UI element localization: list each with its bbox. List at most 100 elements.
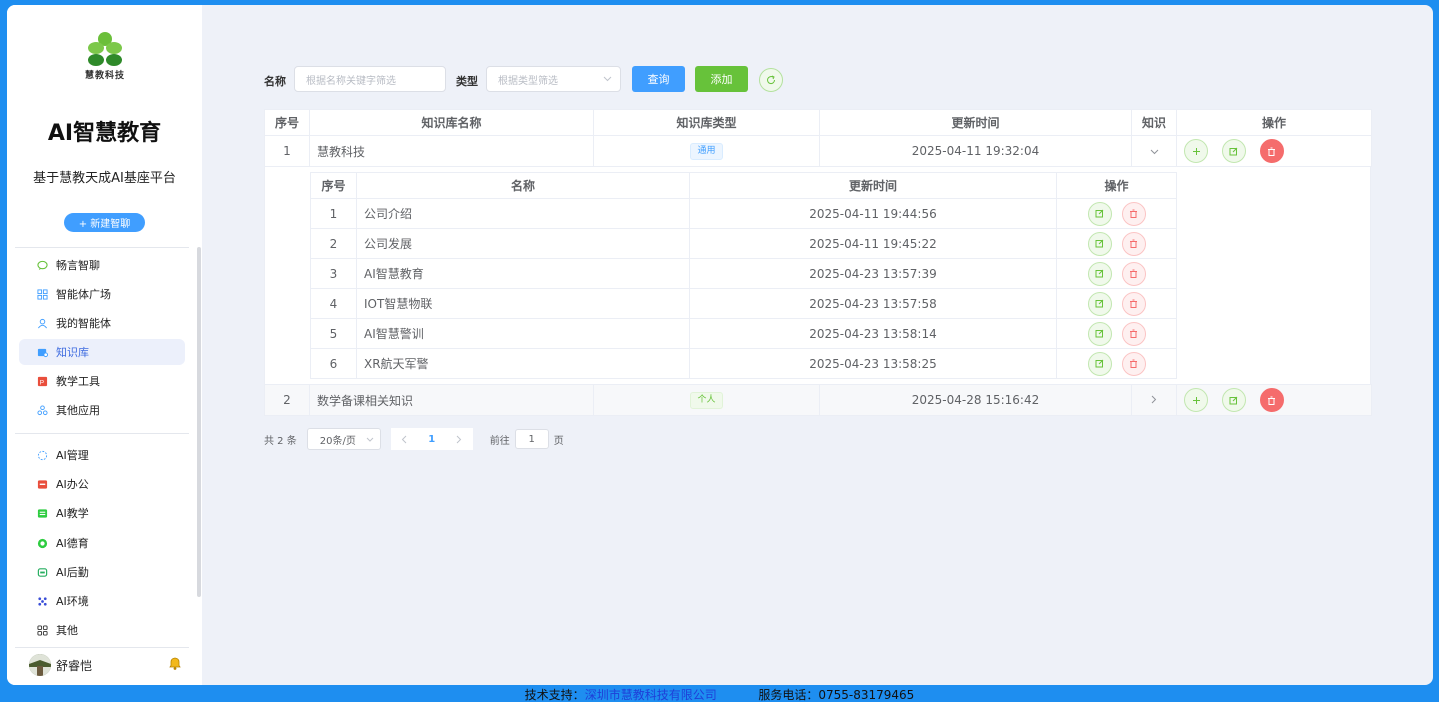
new-chat-button[interactable]: + 新建智聊 (64, 213, 145, 232)
row-actions (1056, 258, 1177, 289)
delete-button[interactable] (1121, 291, 1146, 316)
sidebar-item-knowledge-base[interactable]: 知识库 (19, 339, 185, 365)
page-size-select[interactable]: 20条/页 (306, 428, 381, 450)
logistics-icon (37, 567, 48, 577)
company-link[interactable]: 深圳市慧教科技有限公司 (585, 688, 717, 702)
table-row[interactable]: 3 AI智慧教育 2025-04-23 13:57:39 (310, 258, 1177, 289)
edit-button[interactable] (1087, 351, 1112, 376)
avatar[interactable] (29, 654, 51, 676)
sidebar-item-my-agents[interactable]: 我的智能体 (19, 310, 185, 336)
goto-label: 前往 (489, 435, 510, 447)
delete-button[interactable] (1121, 201, 1146, 226)
svg-text:P: P (40, 379, 44, 386)
sidebar-item-label: AI环境 (56, 595, 89, 608)
edit-button[interactable] (1087, 201, 1112, 226)
user-name[interactable]: 舒睿恺 (56, 657, 92, 674)
sidebar-item-other-apps[interactable]: 其他应用 (19, 397, 185, 423)
row-index: 5 (310, 318, 357, 349)
service-phone: 服务电话：0755-83179465 (758, 688, 915, 702)
expand-toggle[interactable] (1131, 135, 1177, 167)
type-select-placeholder: 根据类型筛选 (498, 75, 558, 87)
sidebar-item-chat[interactable]: 畅言智聊 (19, 252, 185, 278)
table-header-row: 序号 知识库名称 知识库类型 更新时间 知识 操作 (264, 109, 1372, 136)
pagination: 共 2 条 20条/页 1 前往 1 页 (264, 428, 564, 450)
refresh-button[interactable] (759, 68, 783, 92)
sidebar-item-other[interactable]: 其他 (19, 617, 185, 643)
kb-name: 慧教科技 (309, 135, 594, 167)
sidebar-item-agent-plaza[interactable]: 智能体广场 (19, 281, 185, 307)
teach-icon (37, 508, 48, 518)
trash-icon (1130, 269, 1137, 278)
sidebar-item-ai-environment[interactable]: AI环境 (19, 588, 185, 614)
edit-button[interactable] (1087, 261, 1112, 286)
sidebar-item-ai-teaching[interactable]: AI教学 (19, 500, 185, 526)
user-icon (38, 318, 47, 328)
edit-button[interactable] (1221, 139, 1246, 163)
trash-icon (1130, 299, 1137, 308)
add-knowledge-button[interactable] (1184, 139, 1208, 163)
sidebar-item-ai-office[interactable]: AI办公 (19, 471, 185, 497)
table-row[interactable]: 2 公司发展 2025-04-11 19:45:22 (310, 228, 1177, 259)
query-button[interactable]: 查询 (632, 66, 685, 92)
edit-icon (1095, 239, 1104, 248)
delete-button[interactable] (1121, 321, 1146, 346)
delete-button[interactable] (1259, 139, 1284, 163)
delete-button[interactable] (1259, 388, 1284, 412)
row-actions (1056, 348, 1177, 379)
edit-icon (1095, 329, 1104, 338)
item-name: AI智慧教育 (356, 258, 690, 289)
table-row[interactable]: 1 慧教科技 通用 2025-04-11 19:32:04 (264, 135, 1372, 167)
delete-button[interactable] (1121, 231, 1146, 256)
item-updated: 2025-04-23 13:57:39 (689, 258, 1057, 289)
sidebar-scrollbar[interactable] (197, 247, 201, 597)
edit-button[interactable] (1221, 388, 1246, 412)
goto-page-input[interactable]: 1 (514, 429, 549, 449)
item-updated: 2025-04-11 19:44:56 (689, 198, 1057, 229)
item-name: 公司介绍 (356, 198, 690, 229)
delete-button[interactable] (1121, 351, 1146, 376)
sidebar-item-teaching-tools[interactable]: P 教学工具 (19, 368, 185, 394)
add-button[interactable]: 添加 (695, 66, 748, 92)
sidebar-divider (15, 647, 189, 648)
page-number[interactable]: 1 (428, 434, 435, 445)
prev-page-icon[interactable] (401, 435, 407, 444)
app-frame: 慧教科技 AI智慧教育 基于慧教天成AI基座平台 + 新建智聊 畅言智聊 智能体… (7, 5, 1433, 685)
type-select[interactable]: 根据类型筛选 (486, 66, 621, 92)
name-filter-label: 名称 (264, 75, 286, 88)
kb-type-cell: 通用 (593, 135, 820, 167)
logo-text: 慧教科技 (84, 71, 125, 81)
table-row[interactable]: 2 数学备课相关知识 个人 2025-04-28 15:16:42 (264, 384, 1372, 416)
edit-button[interactable] (1087, 321, 1112, 346)
chevron-right-icon (1151, 395, 1157, 404)
bell-icon[interactable] (167, 655, 183, 671)
edit-button[interactable] (1087, 231, 1112, 256)
kb-type-cell: 个人 (593, 384, 820, 416)
add-knowledge-button[interactable] (1184, 388, 1208, 412)
sidebar-item-ai-logistics[interactable]: AI后勤 (19, 559, 185, 585)
grid-icon (37, 288, 48, 300)
column-header: 知识库名称 (309, 109, 594, 136)
expand-toggle[interactable] (1131, 384, 1177, 416)
column-header: 名称 (356, 172, 690, 199)
next-page-icon[interactable] (456, 435, 462, 444)
table-row[interactable]: 1 公司介绍 2025-04-11 19:44:56 (310, 198, 1177, 229)
edit-button[interactable] (1087, 291, 1112, 316)
plus-icon (1192, 396, 1200, 404)
environment-icon (38, 596, 47, 606)
column-header: 操作 (1176, 109, 1372, 136)
name-search-input[interactable]: 根据名称关键字筛选 (294, 66, 446, 92)
table-row[interactable]: 4 IOT智慧物联 2025-04-23 13:57:58 (310, 288, 1177, 319)
delete-button[interactable] (1121, 261, 1146, 286)
table-row[interactable]: 6 XR航天军警 2025-04-23 13:58:25 (310, 348, 1177, 379)
trash-icon (1130, 239, 1137, 248)
sidebar-item-ai-management[interactable]: AI管理 (19, 442, 185, 468)
table-header-row: 序号 名称 更新时间 操作 (310, 172, 1177, 199)
sidebar-item-label: 我的智能体 (56, 317, 111, 330)
edit-icon (1095, 299, 1104, 308)
item-updated: 2025-04-11 19:45:22 (689, 228, 1057, 259)
app-subtitle: 基于慧教天成AI基座平台 (33, 171, 176, 186)
sidebar-item-ai-moral[interactable]: AI德育 (19, 530, 185, 556)
plus-icon (1192, 147, 1200, 155)
table-row[interactable]: 5 AI智慧警训 2025-04-23 13:58:14 (310, 318, 1177, 349)
row-actions (1056, 288, 1177, 319)
